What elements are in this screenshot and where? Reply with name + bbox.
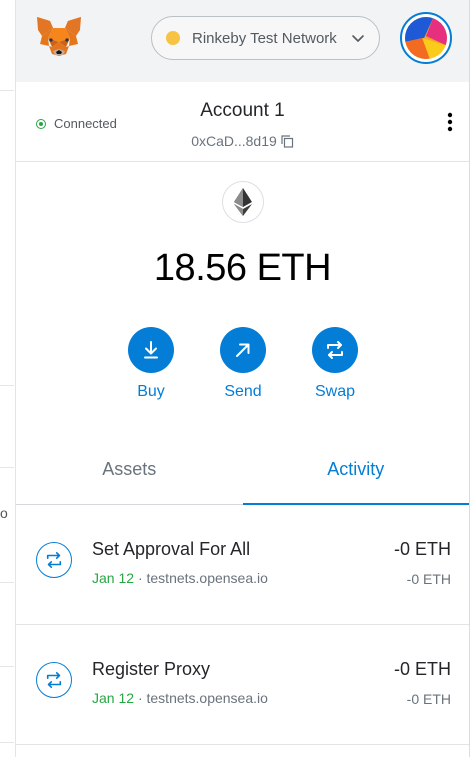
account-bar: Connected Account 1 0xCaD...8d19 xyxy=(16,82,469,162)
transaction-origin: testnets.opensea.io xyxy=(146,570,268,586)
background-text: o xyxy=(0,505,8,521)
metamask-popup: Rinkeby Test Network Connected Account 1… xyxy=(16,0,469,757)
separator-dot: · xyxy=(137,570,147,586)
background-page: o xyxy=(0,0,16,757)
jazzicon-icon xyxy=(405,17,447,59)
background-divider xyxy=(0,385,14,386)
eth-balance: 18.56 ETH xyxy=(153,247,332,289)
ethereum-icon xyxy=(234,188,252,216)
tab-activity[interactable]: Activity xyxy=(242,447,470,505)
action-circle xyxy=(128,327,174,373)
transaction-amount: -0 ETH xyxy=(393,539,451,559)
transaction-title: Set Approval For All xyxy=(92,539,251,559)
transaction-subtitle: Jan 12 · testnets.opensea.io xyxy=(92,570,268,586)
account-address: 0xCaD...8d19 xyxy=(191,133,277,149)
swap-arrows-icon xyxy=(46,551,62,569)
send-button[interactable]: Send xyxy=(208,327,278,401)
transaction-title: Register Proxy xyxy=(92,659,211,679)
background-divider xyxy=(0,666,14,667)
eth-logo xyxy=(222,181,264,223)
transaction-row[interactable]: Set Approval For All Jan 12 · testnets.o… xyxy=(16,505,469,625)
swap-arrows-icon xyxy=(46,671,62,689)
wallet-actions: Buy Send Swap xyxy=(16,327,469,407)
transaction-secondary-amount: -0 ETH xyxy=(406,691,451,707)
background-divider xyxy=(0,582,14,583)
tab-assets[interactable]: Assets xyxy=(16,447,243,504)
transaction-row[interactable]: Register Proxy Jan 12 · testnets.opensea… xyxy=(16,625,469,745)
download-arrow-icon xyxy=(144,341,158,359)
transaction-date: Jan 12 xyxy=(92,570,135,586)
swap-button[interactable]: Swap xyxy=(300,327,370,401)
swap-label: Swap xyxy=(314,383,356,400)
window-edge xyxy=(469,0,473,757)
metamask-fox-logo[interactable] xyxy=(36,16,82,58)
account-options-icon[interactable] xyxy=(447,112,453,132)
copy-icon xyxy=(281,134,293,148)
buy-button[interactable]: Buy xyxy=(116,327,186,401)
network-status-dot xyxy=(166,31,180,45)
transaction-secondary-amount: -0 ETH xyxy=(406,571,451,587)
account-avatar[interactable] xyxy=(400,12,452,64)
app-header: Rinkeby Test Network xyxy=(16,0,469,82)
transaction-amount: -0 ETH xyxy=(393,659,451,679)
account-address-copy[interactable]: 0xCaD...8d19 xyxy=(16,133,469,149)
chevron-down-icon xyxy=(352,35,364,42)
transaction-origin: testnets.opensea.io xyxy=(146,690,268,706)
swap-arrows-icon xyxy=(327,341,343,359)
transaction-date: Jan 12 xyxy=(92,690,135,706)
network-label: Rinkeby Test Network xyxy=(192,29,337,47)
wallet-tabs: Assets Activity xyxy=(16,447,469,505)
arrow-up-right-icon xyxy=(236,343,250,357)
activity-list: Set Approval For All Jan 12 · testnets.o… xyxy=(16,505,469,745)
send-label: Send xyxy=(224,383,262,400)
account-name: Account 1 xyxy=(200,100,285,121)
background-divider xyxy=(0,90,14,91)
interaction-icon xyxy=(36,542,72,578)
interaction-icon xyxy=(36,662,72,698)
action-circle xyxy=(312,327,358,373)
action-circle xyxy=(220,327,266,373)
buy-label: Buy xyxy=(137,383,165,400)
background-divider xyxy=(0,467,14,468)
transaction-subtitle: Jan 12 · testnets.opensea.io xyxy=(92,690,268,706)
network-selector[interactable]: Rinkeby Test Network xyxy=(151,16,380,60)
separator-dot: · xyxy=(137,690,147,706)
background-divider xyxy=(0,742,14,743)
